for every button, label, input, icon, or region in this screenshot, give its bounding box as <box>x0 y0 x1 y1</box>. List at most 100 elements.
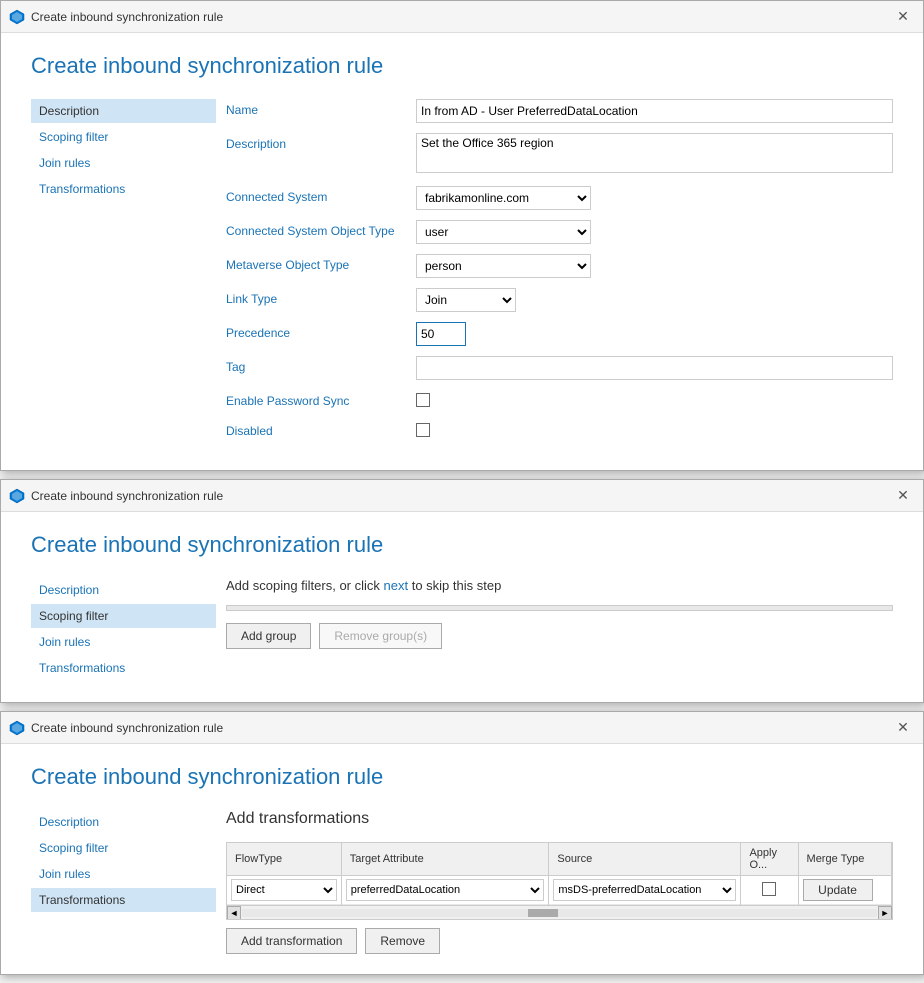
name-control <box>416 99 893 123</box>
col-target: Target Attribute <box>341 843 549 876</box>
table-header-row: FlowType Target Attribute Source Apply O… <box>227 843 892 876</box>
scroll-thumb <box>528 909 558 917</box>
page-title-2: Create inbound synchronization rule <box>31 532 893 558</box>
source-cell: msDS-preferredDataLocation <box>549 876 741 905</box>
remove-transformation-button[interactable]: Remove <box>365 928 440 954</box>
apply-once-cell <box>741 876 798 905</box>
window-1: Create inbound synchronization rule ✕ Cr… <box>0 0 924 471</box>
disabled-control <box>416 420 893 440</box>
scroll-right-button[interactable]: ► <box>878 906 892 920</box>
sidebar-item-joinrules-2[interactable]: Join rules <box>31 630 216 654</box>
horizontal-scrollbar[interactable]: ◄ ► <box>227 905 892 919</box>
transformations-table: FlowType Target Attribute Source Apply O… <box>227 843 892 905</box>
tag-label: Tag <box>226 356 416 374</box>
title-bar-3: Create inbound synchronization rule ✕ <box>1 712 923 744</box>
apply-once-checkbox[interactable] <box>762 882 776 896</box>
transformations-title: Add transformations <box>226 810 893 828</box>
sidebar-item-description-1[interactable]: Description <box>31 99 216 123</box>
description-textarea[interactable]: Set the Office 365 region <box>416 133 893 173</box>
next-link[interactable]: next <box>384 578 409 593</box>
close-button-2[interactable]: ✕ <box>891 484 915 508</box>
sidebar-item-transformations-3[interactable]: Transformations <box>31 888 216 912</box>
connected-system-control: fabrikamonline.com <box>416 186 893 210</box>
source-select[interactable]: msDS-preferredDataLocation <box>553 879 736 901</box>
window-icon-1 <box>9 9 25 25</box>
window-2-content: Create inbound synchronization rule Desc… <box>1 512 923 702</box>
target-attribute-select[interactable]: preferredDataLocation <box>346 879 545 901</box>
sidebar-item-transformations-2[interactable]: Transformations <box>31 656 216 680</box>
form-area-1: Name Description Set the Office 365 regi… <box>216 99 893 450</box>
sidebar-item-scoping-3[interactable]: Scoping filter <box>31 836 216 860</box>
add-group-button[interactable]: Add group <box>226 623 311 649</box>
main-layout-1: Description Scoping filter Join rules Tr… <box>31 99 893 450</box>
mot-label: Metaverse Object Type <box>226 254 416 272</box>
flowtype-select[interactable]: Direct <box>231 879 337 901</box>
sidebar-item-joinrules-3[interactable]: Join rules <box>31 862 216 886</box>
main-layout-3: Description Scoping filter Join rules Tr… <box>31 810 893 954</box>
sidebar-item-scoping-1[interactable]: Scoping filter <box>31 125 216 149</box>
target-select-wrap: preferredDataLocation <box>346 879 545 901</box>
scoping-btn-row: Add group Remove group(s) <box>226 623 893 649</box>
merge-type-button[interactable]: Update <box>803 879 873 901</box>
sidebar-item-transformations-1[interactable]: Transformations <box>31 177 216 201</box>
description-row: Description Set the Office 365 region <box>226 133 893 176</box>
sidebar-item-description-3[interactable]: Description <box>31 810 216 834</box>
csot-select[interactable]: user <box>416 220 591 244</box>
title-text-1: Create inbound synchronization rule <box>31 10 891 24</box>
precedence-input[interactable] <box>416 322 466 346</box>
col-apply: Apply O... <box>741 843 798 876</box>
disabled-label: Disabled <box>226 420 416 438</box>
transformations-table-wrap: FlowType Target Attribute Source Apply O… <box>226 842 893 920</box>
sidebar-1: Description Scoping filter Join rules Tr… <box>31 99 216 450</box>
link-type-label: Link Type <box>226 288 416 306</box>
sidebar-3: Description Scoping filter Join rules Tr… <box>31 810 216 954</box>
description-label: Description <box>226 133 416 151</box>
sidebar-2: Description Scoping filter Join rules Tr… <box>31 578 216 682</box>
link-type-row: Link Type Join <box>226 288 893 312</box>
scoping-area: Add scoping filters, or click next to sk… <box>216 578 893 682</box>
window-3-content: Create inbound synchronization rule Desc… <box>1 744 923 974</box>
tag-row: Tag <box>226 356 893 380</box>
title-bar-1: Create inbound synchronization rule ✕ <box>1 1 923 33</box>
scroll-track <box>242 909 877 917</box>
sidebar-item-joinrules-1[interactable]: Join rules <box>31 151 216 175</box>
enable-password-label: Enable Password Sync <box>226 390 416 408</box>
flowtype-select-wrap: Direct <box>231 879 337 901</box>
tag-control <box>416 356 893 380</box>
add-transformation-button[interactable]: Add transformation <box>226 928 357 954</box>
merge-type-cell: Update <box>798 876 891 905</box>
flowtype-cell: Direct <box>227 876 341 905</box>
source-select-wrap: msDS-preferredDataLocation <box>553 879 736 901</box>
mot-row: Metaverse Object Type person <box>226 254 893 278</box>
scroll-left-button[interactable]: ◄ <box>227 906 241 920</box>
sidebar-item-scoping-2[interactable]: Scoping filter <box>31 604 216 628</box>
enable-password-checkbox[interactable] <box>416 393 430 407</box>
transformations-area: Add transformations FlowType Target Attr… <box>216 810 893 954</box>
csot-row: Connected System Object Type user <box>226 220 893 244</box>
mot-select[interactable]: person <box>416 254 591 278</box>
precedence-label: Precedence <box>226 322 416 340</box>
enable-password-control <box>416 390 893 410</box>
precedence-control <box>416 322 893 346</box>
main-layout-2: Description Scoping filter Join rules Tr… <box>31 578 893 682</box>
target-attribute-cell: preferredDataLocation <box>341 876 549 905</box>
name-row: Name <box>226 99 893 123</box>
tag-input[interactable] <box>416 356 893 380</box>
scoping-instruction: Add scoping filters, or click next to sk… <box>226 578 893 593</box>
name-label: Name <box>226 99 416 117</box>
connected-system-select[interactable]: fabrikamonline.com <box>416 186 591 210</box>
close-button-3[interactable]: ✕ <box>891 716 915 740</box>
name-input[interactable] <box>416 99 893 123</box>
window-icon-3 <box>9 720 25 736</box>
remove-group-button[interactable]: Remove group(s) <box>319 623 442 649</box>
enable-password-row: Enable Password Sync <box>226 390 893 410</box>
close-button-1[interactable]: ✕ <box>891 5 915 29</box>
csot-label: Connected System Object Type <box>226 220 416 238</box>
link-type-select[interactable]: Join <box>416 288 516 312</box>
description-control: Set the Office 365 region <box>416 133 893 176</box>
disabled-checkbox[interactable] <box>416 423 430 437</box>
table-row: Direct preferredDataLocation <box>227 876 892 905</box>
sidebar-item-description-2[interactable]: Description <box>31 578 216 602</box>
transformation-btn-row: Add transformation Remove <box>226 928 893 954</box>
col-flowtype: FlowType <box>227 843 341 876</box>
